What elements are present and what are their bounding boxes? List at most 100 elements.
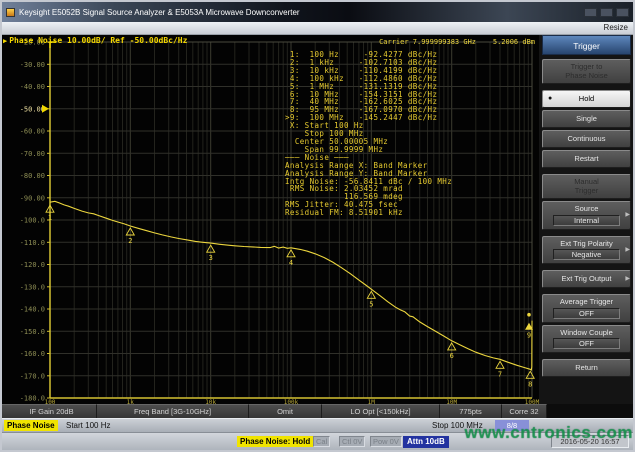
svg-text:-150.0: -150.0 xyxy=(20,328,45,336)
softkey-label: Ext Trig Output xyxy=(549,275,624,284)
ctl-voltage-indicator: Ctl 0V xyxy=(339,436,365,447)
softkey-ext-trig-polarity[interactable]: Ext Trig PolarityNegative ▶ xyxy=(542,236,631,265)
attenuator-badge: Attn 10dB xyxy=(403,436,449,448)
svg-text:-90.00: -90.00 xyxy=(20,194,45,202)
svg-text:-70.00: -70.00 xyxy=(20,150,45,158)
svg-text:-40.00: -40.00 xyxy=(20,83,45,91)
selected-bullet-icon: ● xyxy=(548,95,552,104)
phase-noise-chart: -20.00-30.00-40.00-50.00-60.00-70.00-80.… xyxy=(2,35,539,404)
softkey-trigger-to-phase-noise: Trigger toPhase Noise xyxy=(542,59,631,84)
softkey-label: Single xyxy=(549,115,624,124)
softkey-value: OFF xyxy=(553,338,620,349)
datetime-display: 2016-05-20 16:57 xyxy=(551,435,629,448)
resize-label[interactable]: Resize xyxy=(604,23,628,32)
svg-text:-30.00: -30.00 xyxy=(20,61,45,69)
marker-table: 1: 100 Hz -92.4277 dBc/Hz 2: 1 kHz -102.… xyxy=(285,51,452,217)
softkey-label: Restart xyxy=(549,155,624,164)
svg-text:5: 5 xyxy=(369,300,373,308)
softkey-label: ManualTrigger xyxy=(549,178,624,195)
svg-text:-120.0: -120.0 xyxy=(20,261,45,269)
submenu-arrow-icon: ▶ xyxy=(625,275,630,284)
svg-text:100k: 100k xyxy=(284,399,299,404)
close-icon[interactable] xyxy=(616,8,629,17)
svg-text:-140.0: -140.0 xyxy=(20,306,45,314)
softkey-value: Internal xyxy=(553,215,620,226)
svg-text:-170.0: -170.0 xyxy=(20,372,45,380)
minimize-icon[interactable] xyxy=(584,8,597,17)
window-title: Keysight E5052B Signal Source Analyzer &… xyxy=(19,8,300,17)
submenu-arrow-icon: ▶ xyxy=(625,211,630,220)
svg-text:-60.00: -60.00 xyxy=(20,128,45,136)
svg-text:-100.0: -100.0 xyxy=(20,217,45,225)
svg-text:9: 9 xyxy=(527,332,531,340)
carrier-readout: Carrier 7.999999383 GHz 5.2006 dBm xyxy=(302,38,535,46)
softkey-label: Ext Trig Polarity xyxy=(549,240,624,249)
softkey-manual-trigger: ManualTrigger xyxy=(542,174,631,199)
softkey-continuous[interactable]: Continuous xyxy=(542,130,631,148)
svg-text:7: 7 xyxy=(498,370,502,378)
svg-text:100: 100 xyxy=(45,399,56,404)
freq-band-status: Freq Band [3G-10GHz] xyxy=(97,404,249,418)
submenu-arrow-icon: ▶ xyxy=(625,246,630,255)
softkey-label: Window Couple xyxy=(549,329,624,338)
svg-text:-130.0: -130.0 xyxy=(20,283,45,291)
softkey-hold[interactable]: ●Hold xyxy=(542,90,631,108)
analyzer-screen: -20.00-30.00-40.00-50.00-60.00-70.00-80.… xyxy=(2,35,633,404)
softkey-value: OFF xyxy=(553,308,620,319)
trace-status-bar: Phase Noise Start 100 Hz Stop 100 MHz 8/… xyxy=(2,418,633,432)
softkey-restart[interactable]: Restart xyxy=(542,150,631,168)
softkey-label: Return xyxy=(549,364,624,373)
app-icon xyxy=(6,8,15,17)
svg-text:1k: 1k xyxy=(127,399,135,404)
stop-freq-readout: Stop 100 MHz xyxy=(432,420,483,432)
measurement-status: Phase Noise: Hold xyxy=(237,436,313,447)
points-status: 775pts xyxy=(440,404,502,418)
trace-scale-label: Phase Noise 10.00dB/ Ref -50.00dBc/Hz xyxy=(9,36,187,45)
softkey-ext-trig-output[interactable]: Ext Trig Output▶ xyxy=(542,270,631,288)
status-toolbar: IF Gain 20dB Freq Band [3G-10GHz] Omit L… xyxy=(2,404,633,418)
softkey-single[interactable]: Single xyxy=(542,110,631,128)
softkey-label: Continuous xyxy=(549,135,624,144)
svg-text:3: 3 xyxy=(209,254,213,262)
softkey-label: Source xyxy=(549,205,624,214)
if-gain-status: IF Gain 20dB xyxy=(2,404,97,418)
svg-text:1: 1 xyxy=(48,214,52,222)
window-controls xyxy=(584,8,629,17)
svg-text:-80.00: -80.00 xyxy=(20,172,45,180)
svg-text:6: 6 xyxy=(450,352,454,360)
softkey-return[interactable]: Return xyxy=(542,359,631,377)
softkey-window-couple[interactable]: Window CoupleOFF xyxy=(542,325,631,354)
softkey-value: Negative xyxy=(553,249,620,260)
cal-indicator: Cal xyxy=(313,436,330,447)
resize-bar[interactable]: Resize xyxy=(2,22,633,35)
svg-text:10k: 10k xyxy=(205,399,216,404)
softkey-label: Hold xyxy=(549,95,624,104)
svg-text:2: 2 xyxy=(128,237,132,245)
start-freq-readout: Start 100 Hz xyxy=(66,420,110,432)
instrument-status-bar: Phase Noise: Hold Cal Ctl 0V Pow 0V Attn… xyxy=(2,432,633,450)
svg-text:1M: 1M xyxy=(368,399,376,404)
svg-text:4: 4 xyxy=(289,259,293,267)
lo-opt-status: LO Opt [<150kHz] xyxy=(322,404,440,418)
svg-text:-160.0: -160.0 xyxy=(20,350,45,358)
mode-chip[interactable]: Phase Noise xyxy=(4,420,58,431)
trace-arrow-icon: ▶ xyxy=(3,37,7,45)
svg-text:-50.00: -50.00 xyxy=(20,105,45,113)
trace-header: ▶Phase Noise 10.00dB/ Ref -50.00dBc/Hz xyxy=(3,36,187,45)
svg-text:-110.0: -110.0 xyxy=(20,239,45,247)
window-titlebar[interactable]: Keysight E5052B Signal Source Analyzer &… xyxy=(2,2,633,22)
maximize-icon[interactable] xyxy=(600,8,613,17)
menu-title: Trigger xyxy=(542,35,631,55)
segment-badge: 8/8 xyxy=(495,420,529,431)
svg-text:-180.0: -180.0 xyxy=(20,395,45,403)
correlation-status: Corre 32 xyxy=(502,404,547,418)
svg-text:10M: 10M xyxy=(446,399,457,404)
app-window: Keysight E5052B Signal Source Analyzer &… xyxy=(0,0,635,452)
softkey-average-trigger[interactable]: Average TriggerOFF xyxy=(542,294,631,323)
svg-text:100M: 100M xyxy=(525,399,539,404)
trigger-menu: Trigger Trigger toPhase Noise ●Hold Single… xyxy=(539,35,633,404)
softkey-label: Trigger toPhase Noise xyxy=(549,63,624,80)
svg-text:8: 8 xyxy=(528,380,532,388)
softkey-source[interactable]: SourceInternal ▶ xyxy=(542,201,631,230)
pow-voltage-indicator: Pow 0V xyxy=(370,436,402,447)
